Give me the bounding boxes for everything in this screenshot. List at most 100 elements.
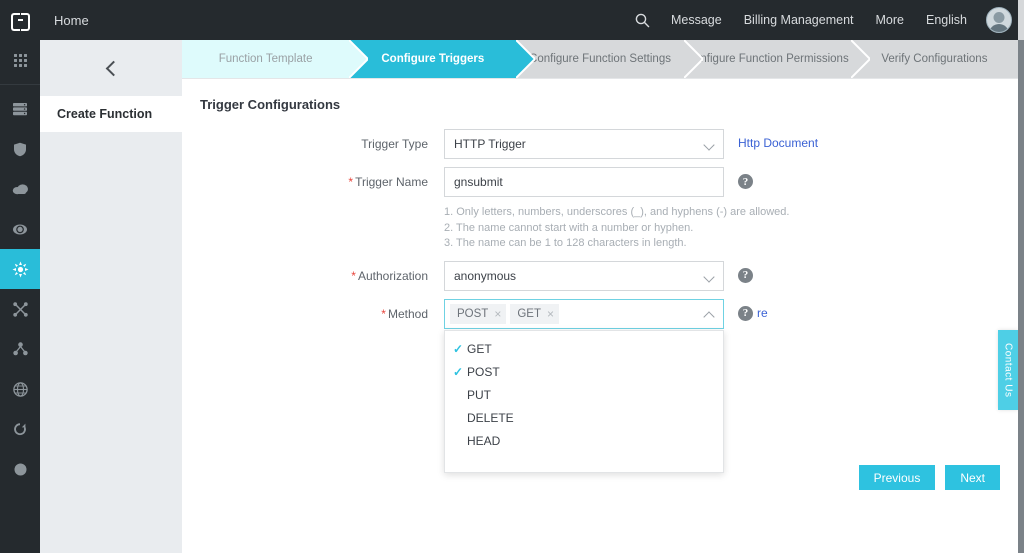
rail-item-refresh-cloud[interactable] [0, 409, 40, 449]
step-verify-configurations[interactable]: Verify Configurations [850, 40, 1019, 78]
sidebar-item-create-function[interactable]: Create Function [40, 96, 182, 132]
main-content: Function Template Configure Triggers Con… [182, 40, 1019, 553]
check-icon: ✓ [453, 365, 464, 379]
http-document-link[interactable]: Http Document [738, 136, 818, 150]
authorization-select[interactable]: anonymous [444, 260, 724, 291]
method-option-label: POST [467, 365, 500, 379]
method-multiselect[interactable]: POST × GET × [444, 298, 724, 329]
authorization-label-text: Authorization [357, 268, 428, 283]
trigger-name-hints: 1. Only letters, numbers, underscores (_… [444, 205, 864, 252]
authorization-help-icon[interactable]: ? [738, 267, 753, 283]
refresh-cloud-icon [14, 422, 26, 435]
apps-grid-icon [13, 53, 27, 67]
trigger-type-control: HTTP Trigger [444, 129, 724, 159]
home-link[interactable]: Home [54, 13, 89, 28]
rail-item-globe[interactable] [0, 369, 40, 409]
field-row-trigger-type: Trigger Type HTTP Trigger Http Document [182, 129, 1018, 159]
step-label: Configure Triggers [381, 53, 485, 65]
topnav-item-billing-management[interactable]: Billing Management [733, 0, 865, 40]
method-help-icon[interactable]: ? [738, 305, 753, 321]
step-label: Configure Function Permissions [685, 53, 849, 65]
bracket-logo-icon [10, 13, 30, 31]
shield-icon [14, 142, 26, 156]
rail-item-share-nodes[interactable] [0, 329, 40, 369]
step-configure-function-permissions[interactable]: Configure Function Permissions [683, 40, 870, 78]
circle-icon [14, 463, 26, 475]
method-option-delete[interactable]: ✓ DELETE [445, 407, 723, 430]
method-option-put[interactable]: ✓ PUT [445, 384, 723, 407]
trigger-type-label: Trigger Type [361, 137, 428, 151]
trigger-configuration-form: Trigger Type HTTP Trigger Http Document … [182, 129, 1018, 473]
check-icon: ✓ [453, 342, 464, 356]
rail-item-cloud[interactable] [0, 169, 40, 209]
method-tag-get: GET × [510, 303, 559, 324]
hint-line: 3. The name can be 1 to 128 characters i… [444, 237, 687, 249]
page-scrollbar-track[interactable] [1018, 0, 1024, 553]
trigger-type-value: HTTP Trigger [454, 137, 526, 151]
trigger-name-input[interactable]: gnsubmit [444, 167, 724, 197]
sidebar-item-label: Create Function [57, 107, 153, 121]
method-option-post[interactable]: ✓ POST [445, 361, 723, 384]
secondary-nav-panel: Create Function [40, 40, 182, 553]
chevron-left-icon [105, 60, 121, 76]
share-nodes-icon [12, 342, 28, 356]
search-icon[interactable] [626, 0, 660, 40]
method-tag-label: GET [517, 307, 541, 320]
check-icon-placeholder: ✓ [453, 388, 467, 402]
step-function-template[interactable]: Function Template [182, 40, 369, 78]
method-label-text: Method [387, 306, 428, 321]
method-tag-label: POST [457, 307, 489, 320]
required-marker: * [351, 268, 356, 283]
method-option-label: GET [467, 342, 492, 356]
brand-logo[interactable] [0, 0, 40, 40]
method-option-head[interactable]: ✓ HEAD [445, 430, 723, 453]
required-marker: * [381, 306, 386, 321]
method-option-label: HEAD [467, 434, 501, 448]
network-cross-icon [12, 301, 28, 317]
method-option-get[interactable]: ✓ GET [445, 338, 723, 361]
next-button[interactable]: Next [945, 465, 1000, 490]
step-configure-function-settings[interactable]: Configure Function Settings [516, 40, 703, 78]
method-option-label: DELETE [467, 411, 514, 425]
rail-item-cloud-storage[interactable] [0, 209, 40, 249]
rail-item-function-compute[interactable] [0, 249, 40, 289]
page-title: Trigger Configurations [200, 97, 341, 112]
top-header-right: Message Billing Management More English [626, 0, 1024, 40]
topnav-item-message[interactable]: Message [660, 0, 733, 40]
authorization-label: * Authorization [182, 261, 444, 291]
step-label: Configure Function Settings [529, 53, 671, 65]
globe-icon [12, 381, 28, 397]
previous-button[interactable]: Previous [858, 465, 936, 490]
trigger-name-help-icon[interactable]: ? [738, 174, 753, 189]
rail-item-network[interactable] [0, 289, 40, 329]
page-scrollbar-thumb[interactable] [1018, 40, 1024, 553]
topnav-item-more[interactable]: More [865, 0, 915, 40]
rail-item-servers[interactable] [0, 89, 40, 129]
function-compute-icon [12, 261, 28, 277]
rail-item-security[interactable] [0, 129, 40, 169]
hint-line: 1. Only letters, numbers, underscores (_… [444, 206, 790, 218]
top-header-bar: Home Message Billing Management More Eng… [0, 0, 1024, 40]
stepper-underline [182, 78, 1018, 79]
collapse-panel-button[interactable] [40, 40, 182, 96]
obscured-link[interactable]: re [757, 306, 768, 320]
rail-item-apps-grid[interactable] [0, 40, 40, 80]
close-icon[interactable]: × [547, 308, 554, 320]
trigger-name-control: gnsubmit [444, 167, 724, 197]
cloud-icon [12, 184, 28, 195]
authorization-control: anonymous [444, 260, 724, 291]
user-avatar[interactable] [986, 7, 1012, 33]
trigger-name-label: * Trigger Name [182, 167, 444, 197]
close-icon[interactable]: × [494, 308, 501, 320]
rail-item-circle[interactable] [0, 449, 40, 489]
method-tag-post: POST × [450, 303, 507, 324]
wizard-footer-buttons: Previous Next [858, 465, 1000, 490]
method-control: POST × GET × ✓ GET ✓ POST PUT DELETE HEA… [444, 298, 724, 473]
contact-us-tab[interactable]: Contact Us [998, 330, 1018, 410]
required-marker: * [348, 175, 354, 189]
trigger-type-select[interactable]: HTTP Trigger [444, 129, 724, 159]
wizard-stepper: Function Template Configure Triggers Con… [182, 40, 1019, 78]
step-configure-triggers[interactable]: Configure Triggers [349, 40, 536, 78]
topnav-item-english[interactable]: English [915, 0, 978, 40]
step-label: Verify Configurations [881, 53, 988, 65]
